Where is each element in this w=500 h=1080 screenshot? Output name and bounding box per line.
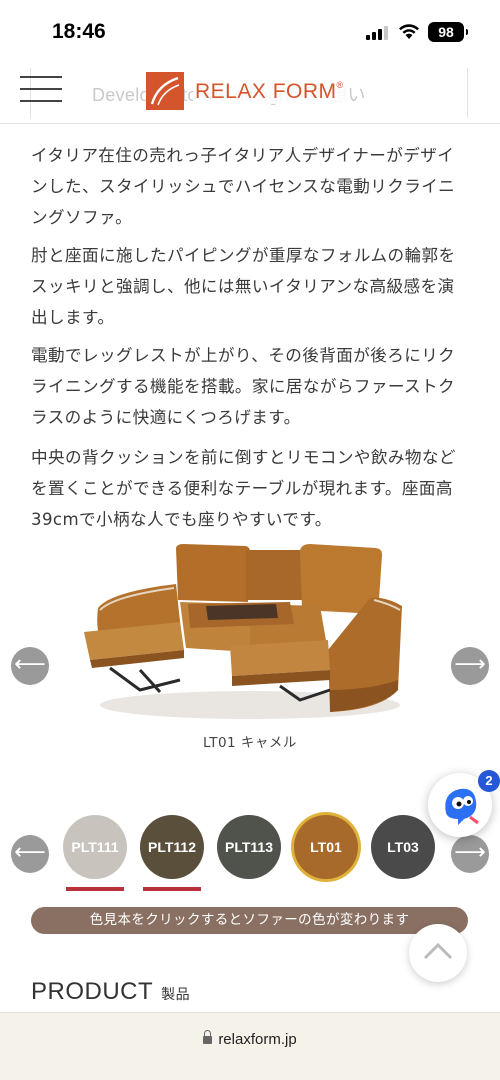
description-paragraph-4: 中央の背クッションを前に倒すとリモコンや飲み物などを置くことができる便利なテーブ… — [31, 448, 456, 529]
swatch-prev-arrow-icon[interactable]: ⟵ — [11, 835, 49, 873]
swatch-plt113[interactable]: PLT113 — [217, 815, 281, 879]
url-domain: relaxform.jp — [218, 1031, 297, 1048]
status-bar: 18:46 98 — [0, 0, 500, 62]
wifi-icon — [399, 24, 419, 39]
back-to-top-button[interactable] — [409, 924, 467, 982]
swatch-lt03[interactable]: LT03 — [371, 815, 435, 879]
browser-url-bar[interactable]: relaxform.jp — [0, 1012, 500, 1080]
description-paragraph-1: イタリア在住の売れっ子イタリア人デザイナーがデザインした、スタイリッシュでハイセ… — [31, 146, 456, 227]
logo-wordmark[interactable]: RELAX FORM® — [193, 80, 346, 104]
sofa-product-image — [84, 544, 402, 719]
chevron-up-icon — [423, 942, 453, 960]
swatch-underline-plt112 — [143, 887, 201, 891]
description-paragraph-3: 電動でレッグレストが上がり、その後背面が後ろにリクライニングする機能を搭載。家に… — [31, 346, 456, 427]
swatch-hint-banner: 色見本をクリックするとソファーの色が変わります — [31, 907, 468, 934]
menu-icon[interactable] — [20, 72, 62, 106]
description-paragraph-2: 肘と座面に施したパイピングが重厚なフォルムの輪郭をスッキリと強調し、他には無いイ… — [31, 246, 456, 327]
swatch-lt01[interactable]: LT01 — [294, 815, 358, 879]
image-next-arrow-icon[interactable]: ⟶ — [451, 647, 489, 685]
status-time: 18:46 — [52, 20, 106, 43]
image-prev-arrow-icon[interactable]: ⟵ — [11, 647, 49, 685]
site-header: Developer to the designer の想い RELAX FORM… — [0, 62, 500, 124]
lock-icon — [203, 1030, 213, 1044]
relax-form-logo-icon[interactable] — [146, 72, 184, 110]
swatch-next-arrow-icon[interactable]: ⟶ — [451, 835, 489, 873]
swatch-plt112[interactable]: PLT112 — [140, 815, 204, 879]
battery-indicator: 98 — [428, 22, 468, 42]
product-color-caption: LT01 キャメル — [203, 735, 297, 751]
swatch-underline-plt111 — [66, 887, 124, 891]
chat-notification-badge: 2 — [478, 770, 500, 792]
product-section-title: PRODUCT 製品 — [31, 978, 191, 1005]
cellular-signal-icon — [366, 24, 390, 40]
swatch-plt111[interactable]: PLT111 — [63, 815, 127, 879]
